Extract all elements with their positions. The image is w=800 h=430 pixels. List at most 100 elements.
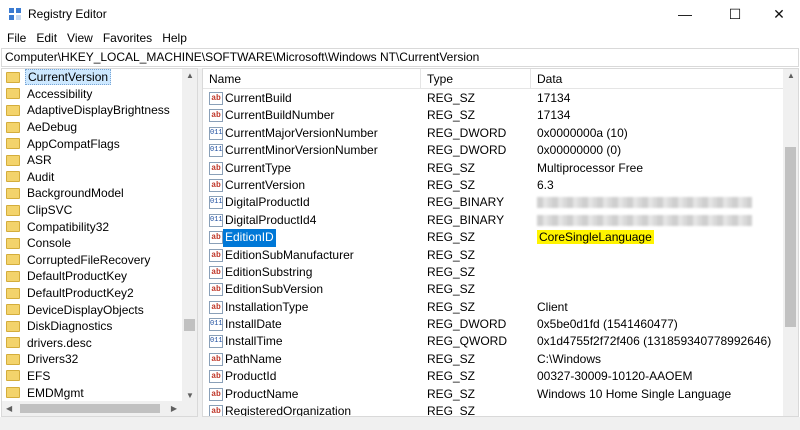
- values-vertical-scroll-thumb[interactable]: [785, 147, 796, 327]
- binary-value-icon: 011: [209, 318, 223, 332]
- maximize-button[interactable]: ☐: [712, 0, 758, 28]
- value-name: CurrentVersion: [225, 177, 306, 192]
- status-bar: [0, 417, 800, 430]
- string-value-icon: ab: [209, 300, 223, 314]
- value-data-text: 17134: [537, 91, 571, 105]
- value-name: EditionSubstring: [225, 264, 313, 279]
- tree-item-label: DefaultProductKey2: [27, 286, 134, 301]
- value-type: REG_SZ: [427, 299, 476, 314]
- value-row[interactable]: ab ProductName REG_SZ Windows 10 Home Singl…: [203, 386, 783, 403]
- menu-bar: File Edit View Favorites Help: [0, 28, 800, 48]
- string-value-icon: ab: [209, 352, 223, 366]
- value-data: [537, 194, 752, 211]
- menu-edit[interactable]: Edit: [31, 28, 62, 48]
- value-row[interactable]: ab EditionID REG_SZ CoreSingleLanguage: [203, 229, 783, 247]
- tree-item[interactable]: CorruptedFileRecovery: [2, 252, 184, 269]
- key-tree-pane[interactable]: CurrentVersion Accessibility AdaptiveDispl…: [1, 68, 198, 417]
- value-name: RegisteredOrganization: [225, 404, 352, 417]
- address-bar[interactable]: Computer\HKEY_LOCAL_MACHINE\SOFTWARE\Mic…: [1, 48, 799, 67]
- value-name: CurrentBuildNumber: [225, 108, 335, 123]
- tree-item[interactable]: DeviceDisplayObjects: [2, 301, 184, 318]
- value-row[interactable]: ab EditionSubstring REG_SZ: [203, 264, 783, 281]
- tree-vertical-scrollbar[interactable]: ▲ ▼: [182, 69, 197, 402]
- close-button[interactable]: ✕: [756, 0, 800, 28]
- value-type: REG_DWORD: [427, 143, 507, 158]
- tree-item[interactable]: Console: [2, 235, 184, 252]
- tree-item[interactable]: AdaptiveDisplayBrightness: [2, 102, 184, 119]
- tree-item[interactable]: DiskDiagnostics: [2, 318, 184, 335]
- value-row[interactable]: 011 CurrentMinorVersionNumber REG_DWORD 0x0…: [203, 142, 783, 159]
- scroll-right-arrow-icon[interactable]: ▶: [171, 404, 177, 413]
- value-data-text: Windows 10 Home Single Language: [537, 386, 732, 401]
- menu-file[interactable]: File: [2, 28, 31, 48]
- menu-view[interactable]: View: [62, 28, 98, 48]
- tree-item-label: Compatibility32: [27, 219, 110, 234]
- value-row[interactable]: ab ProductId REG_SZ 00327-30009-10120-AAOEM: [203, 368, 783, 385]
- string-value-icon: ab: [209, 265, 223, 279]
- value-row[interactable]: 011 DigitalProductId REG_BINARY: [203, 194, 783, 211]
- tree-item[interactable]: drivers.desc: [2, 335, 184, 352]
- scroll-left-arrow-icon[interactable]: ◀: [6, 404, 12, 413]
- tree-horizontal-scroll-thumb[interactable]: [20, 404, 160, 413]
- value-row[interactable]: 011 InstallDate REG_DWORD 0x5be0d1fd (15414…: [203, 316, 783, 333]
- value-row[interactable]: ab EditionSubManufacturer REG_SZ: [203, 247, 783, 264]
- value-data: 0x5be0d1fd (1541460477): [537, 316, 678, 333]
- tree-item[interactable]: ClipSVC: [2, 202, 184, 219]
- value-data: 17134: [537, 107, 570, 124]
- tree-item[interactable]: BackgroundModel: [2, 185, 184, 202]
- column-header-data[interactable]: Data: [531, 69, 783, 89]
- values-vertical-scrollbar[interactable]: ▲: [783, 69, 798, 416]
- value-data-text: Client: [537, 299, 568, 314]
- menu-help[interactable]: Help: [157, 28, 192, 48]
- tree-item[interactable]: Drivers32: [2, 351, 184, 368]
- value-row[interactable]: ab RegisteredOrganization REG_SZ: [203, 403, 783, 417]
- binary-value-icon: 011: [209, 196, 223, 210]
- value-row[interactable]: 011 DigitalProductId4 REG_BINARY: [203, 212, 783, 229]
- window-title: Registry Editor: [28, 7, 107, 21]
- tree-item[interactable]: EMDMgmt: [2, 384, 184, 401]
- folder-icon: [6, 320, 20, 332]
- value-data-text: 17134: [537, 108, 571, 123]
- value-data-text: C:\Windows: [537, 351, 602, 366]
- value-type: REG_SZ: [427, 369, 476, 384]
- column-header-name[interactable]: Name: [203, 69, 421, 89]
- tree-item[interactable]: Compatibility32: [2, 218, 184, 235]
- value-row[interactable]: ab EditionSubVersion REG_SZ: [203, 281, 783, 298]
- value-row[interactable]: ab CurrentBuildNumber REG_SZ 17134: [203, 107, 783, 124]
- tree-item[interactable]: Accessibility: [2, 86, 184, 103]
- menu-favorites[interactable]: Favorites: [98, 28, 157, 48]
- value-row[interactable]: ab CurrentType REG_SZ Multiprocessor Free: [203, 160, 783, 177]
- minimize-button[interactable]: —: [662, 0, 708, 28]
- scroll-down-arrow-icon[interactable]: ▼: [186, 391, 194, 400]
- scroll-up-arrow-icon[interactable]: ▲: [787, 71, 795, 80]
- folder-icon: [6, 237, 20, 249]
- value-type: REG_BINARY: [427, 212, 505, 227]
- value-data-text: 0x1d4755f2f72f406 (131859340778992646): [537, 334, 772, 349]
- folder-icon: [6, 187, 20, 199]
- tree-horizontal-scrollbar[interactable]: ◀ ▶: [2, 401, 197, 416]
- value-row[interactable]: ab CurrentBuild REG_SZ 17134: [203, 90, 783, 107]
- tree-item[interactable]: EFS: [2, 368, 184, 385]
- value-type: REG_SZ: [427, 264, 476, 279]
- column-header-type[interactable]: Type: [421, 69, 531, 89]
- folder-icon: [6, 71, 20, 83]
- tree-item[interactable]: DefaultProductKey: [2, 268, 184, 285]
- values-list-pane[interactable]: Name Type Data ab CurrentBuild REG_SZ 17134…: [202, 68, 799, 417]
- tree-item-label: Drivers32: [27, 352, 79, 367]
- value-row[interactable]: 011 CurrentMajorVersionNumber REG_DWORD 0x0…: [203, 125, 783, 142]
- scroll-up-arrow-icon[interactable]: ▲: [186, 71, 194, 80]
- tree-item-label: AppCompatFlags: [27, 136, 120, 151]
- value-row[interactable]: ab PathName REG_SZ C:\Windows: [203, 351, 783, 368]
- value-name: InstallDate: [225, 317, 282, 332]
- value-row[interactable]: 011 InstallTime REG_QWORD 0x1d4755f2f72f406…: [203, 333, 783, 350]
- value-row[interactable]: ab CurrentVersion REG_SZ 6.3: [203, 177, 783, 194]
- tree-item[interactable]: DefaultProductKey2: [2, 285, 184, 302]
- tree-item[interactable]: CurrentVersion: [2, 69, 184, 86]
- value-row[interactable]: ab InstallationType REG_SZ Client: [203, 299, 783, 316]
- tree-item[interactable]: ASR: [2, 152, 184, 169]
- tree-vertical-scroll-thumb[interactable]: [184, 319, 195, 331]
- tree-item[interactable]: AeDebug: [2, 119, 184, 136]
- value-data: 0x00000000 (0): [537, 142, 621, 159]
- tree-item[interactable]: Audit: [2, 169, 184, 186]
- tree-item[interactable]: AppCompatFlags: [2, 135, 184, 152]
